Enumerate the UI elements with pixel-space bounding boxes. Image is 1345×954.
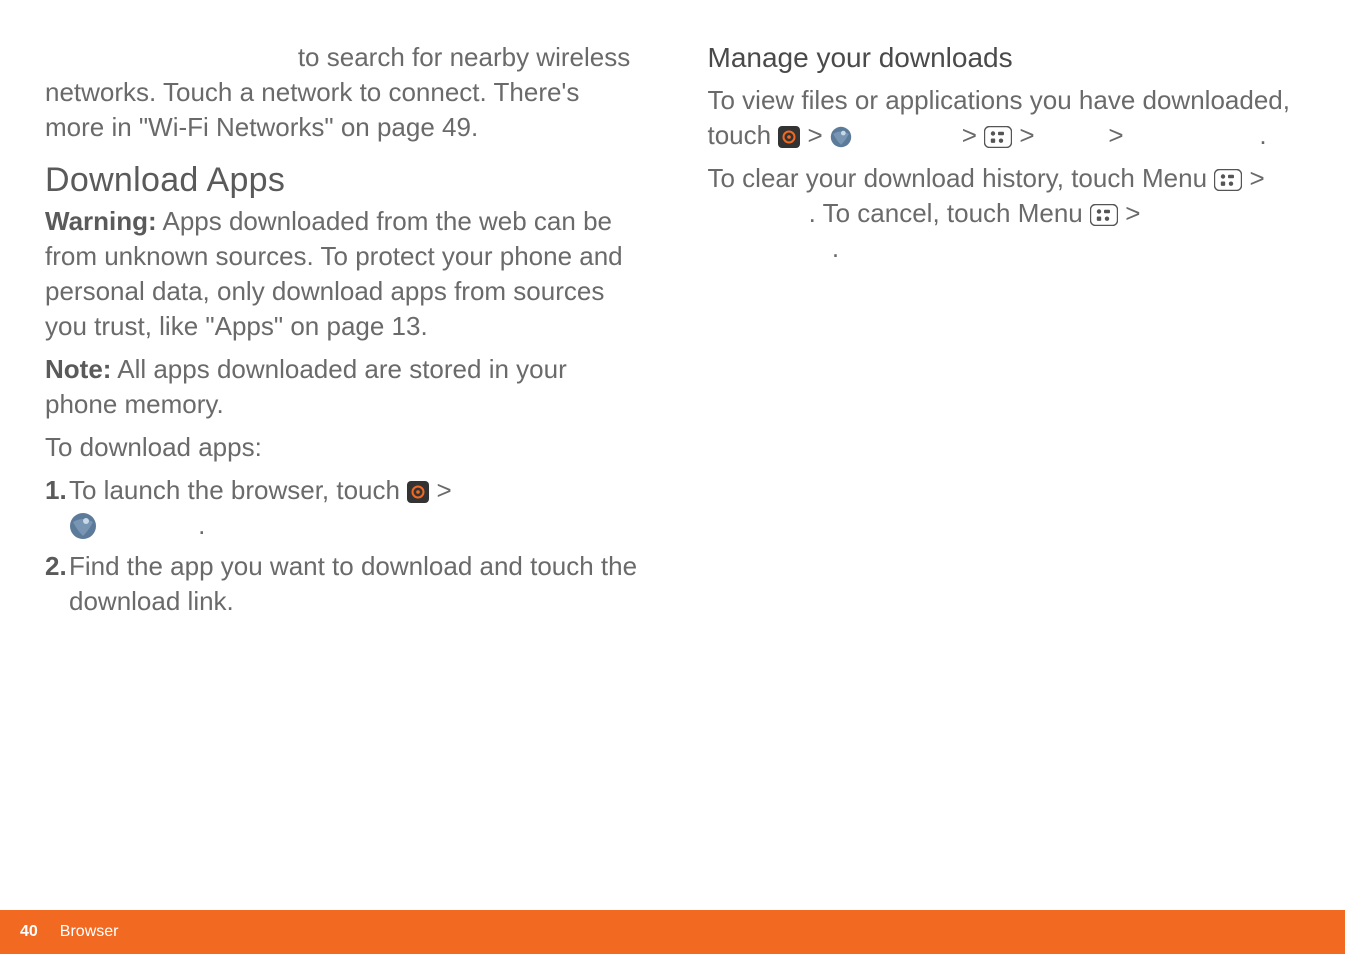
manage-downloads-heading: Manage your downloads [708, 40, 1301, 75]
step-1-text-b: > [436, 475, 451, 505]
p1-more-ghost: More [1042, 120, 1101, 150]
step-2-number: 2. [45, 549, 67, 584]
note-body: All apps downloaded are stored in your p… [45, 354, 567, 419]
p1-e: > [1101, 120, 1131, 150]
p1-d: > [1019, 120, 1041, 150]
home-key-icon [778, 122, 800, 144]
intro-paragraph: to search for nearby wireless networks. … [45, 40, 638, 145]
download-steps: 1. To launch the browser, touch > Browse… [45, 473, 638, 619]
menu-key-icon [984, 122, 1012, 144]
content-columns: to search for nearby wireless networks. … [0, 0, 1345, 910]
clear-cancel-paragraph: To clear your download history, touch Me… [708, 161, 1301, 266]
step-1-number: 1. [45, 473, 67, 508]
p1-b: > [800, 120, 830, 150]
note-label: Note: [45, 354, 111, 384]
p1-downloads-ghost: Downloads [1131, 120, 1260, 150]
intro-ghost-prefix [45, 42, 291, 72]
page: to search for nearby wireless networks. … [0, 0, 1345, 954]
menu-key-icon [1090, 200, 1118, 222]
step-1-text-c: . [198, 510, 205, 540]
p1-f: . [1259, 120, 1266, 150]
view-downloads-paragraph: To view files or applications you have d… [708, 83, 1301, 153]
menu-key-icon [1214, 165, 1242, 187]
note-paragraph: Note: All apps downloaded are stored in … [45, 352, 638, 422]
step-2: 2. Find the app you want to download and… [45, 549, 638, 619]
p2-clear-ghost: Clear list [708, 198, 809, 228]
p2-b: > [1242, 163, 1264, 193]
step-1-text-a: To launch the browser, touch [69, 475, 407, 505]
p2-c: . To cancel, touch Menu [809, 198, 1090, 228]
p2-e: . [832, 233, 839, 263]
browser-globe-icon [69, 512, 97, 540]
home-key-icon [407, 477, 429, 499]
browser-globe-icon [830, 122, 852, 144]
left-column: to search for nearby wireless networks. … [45, 40, 638, 910]
to-download-intro: To download apps: [45, 430, 638, 465]
step-1-browser-ghost: Browser [104, 510, 198, 540]
p2-a: To clear your download history, touch Me… [708, 163, 1215, 193]
warning-label: Warning: [45, 206, 157, 236]
page-number: 40 [20, 923, 38, 941]
footer-section: Browser [60, 923, 119, 941]
step-2-text: Find the app you want to download and to… [69, 551, 637, 616]
p2-d: > [1118, 198, 1148, 228]
p1-browser-ghost: Browser [852, 120, 955, 150]
warning-paragraph: Warning: Apps downloaded from the web ca… [45, 204, 638, 344]
page-footer: 40 Browser [0, 910, 1345, 954]
download-apps-heading: Download Apps [45, 163, 638, 198]
p1-c: > [955, 120, 985, 150]
right-column: Manage your downloads To view files or a… [708, 40, 1301, 910]
step-1: 1. To launch the browser, touch > Browse… [45, 473, 638, 543]
